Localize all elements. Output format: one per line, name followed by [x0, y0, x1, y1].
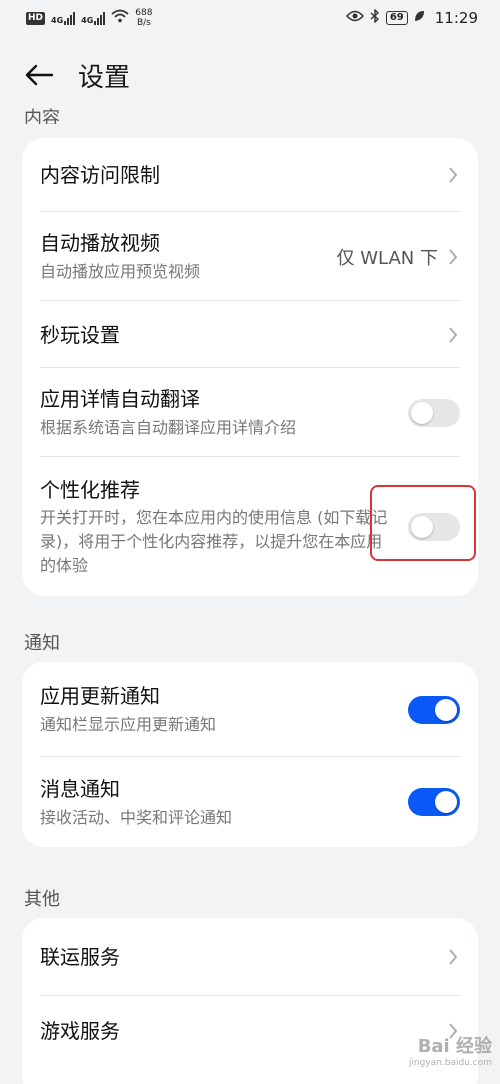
signal-icon-2: 4G: [81, 11, 106, 25]
bluetooth-icon: [370, 8, 380, 27]
leaf-icon: [414, 10, 425, 26]
status-bar-right: 69 11:29: [345, 8, 478, 27]
chevron-right-icon: [446, 324, 460, 346]
eye-icon: [345, 10, 364, 26]
watermark-text: Bai 经验: [417, 1036, 492, 1057]
row-autoplay-video[interactable]: 自动播放视频 自动播放应用预览视频 仅 WLAN 下: [22, 212, 478, 301]
toggle-knob: [435, 698, 457, 721]
row-subtitle: 接收活动、中奖和评论通知: [40, 807, 233, 827]
battery-icon: 69: [385, 11, 408, 25]
row-title: 应用更新通知: [40, 684, 160, 708]
chevron-right-icon: [446, 246, 460, 268]
speed-unit: B/s: [136, 18, 151, 28]
wifi-icon: [111, 9, 129, 27]
row-subtitle: 自动播放应用预览视频: [40, 262, 201, 281]
toggle-knob: [411, 401, 433, 424]
network-type-2: 4G: [81, 15, 94, 25]
speed-value: 688: [135, 8, 153, 18]
update-notification-toggle[interactable]: [408, 695, 460, 724]
row-title: 消息通知: [40, 776, 120, 801]
row-title: 内容访问限制: [40, 163, 160, 187]
chevron-right-icon: [446, 946, 460, 968]
section-label-other: 其他: [24, 889, 60, 910]
row-update-notification: 应用更新通知 通知栏显示应用更新通知: [22, 662, 478, 757]
section-label-notify: 通知: [24, 633, 60, 654]
status-bar-left: HD 4G 4G 688 B/s: [26, 8, 152, 28]
row-auto-translate: 应用详情自动翻译 根据系统语言自动翻译应用详情介绍: [22, 368, 478, 457]
row-joint-service[interactable]: 联运服务: [22, 918, 478, 996]
row-title: 个性化推荐: [40, 477, 140, 502]
back-arrow-icon: [25, 64, 54, 86]
row-title: 联运服务: [40, 945, 120, 969]
card-notify: 应用更新通知 通知栏显示应用更新通知 消息通知 接收活动、中奖和评论通知: [22, 662, 478, 847]
row-value: 仅 WLAN 下: [336, 247, 438, 269]
row-subtitle: 开关打开时，您在本应用内的使用信息 (如下载记录)，将用于个性化内容推荐，以提升…: [40, 507, 388, 575]
clock: 11:29: [434, 9, 478, 27]
signal-icon: 4G: [51, 11, 76, 25]
auto-translate-toggle[interactable]: [408, 398, 460, 427]
message-notification-toggle[interactable]: [408, 788, 460, 816]
network-speed: 688 B/s: [135, 8, 152, 28]
row-subtitle: 根据系统语言自动翻译应用详情介绍: [40, 418, 297, 437]
watermark-logo: Bai 经验 jingyan.baidu.com: [409, 1032, 492, 1068]
row-subtitle: 通知栏显示应用更新通知: [40, 715, 217, 734]
header: 设置: [0, 48, 500, 102]
row-content-restriction[interactable]: 内容访问限制: [22, 138, 478, 212]
network-type-1: 4G: [51, 15, 64, 25]
back-button[interactable]: [22, 58, 56, 92]
row-title: 游戏服务: [40, 1019, 120, 1043]
section-label-content: 内容: [24, 108, 60, 124]
row-title: 秒玩设置: [40, 322, 120, 347]
toggle-knob: [435, 791, 457, 813]
row-title: 自动播放视频: [40, 231, 160, 255]
status-bar: HD 4G 4G 688 B/s 69 11:29: [0, 0, 500, 36]
chevron-right-icon: [446, 164, 460, 186]
highlight-annotation: [370, 485, 476, 561]
row-message-notification: 消息通知 接收活动、中奖和评论通知: [22, 757, 478, 847]
row-instant-play-settings[interactable]: 秒玩设置: [22, 301, 478, 368]
page-title: 设置: [78, 62, 131, 93]
row-title: 应用详情自动翻译: [40, 387, 200, 411]
hd-badge: HD: [26, 11, 46, 25]
watermark-url: jingyan.baidu.com: [408, 1058, 492, 1068]
